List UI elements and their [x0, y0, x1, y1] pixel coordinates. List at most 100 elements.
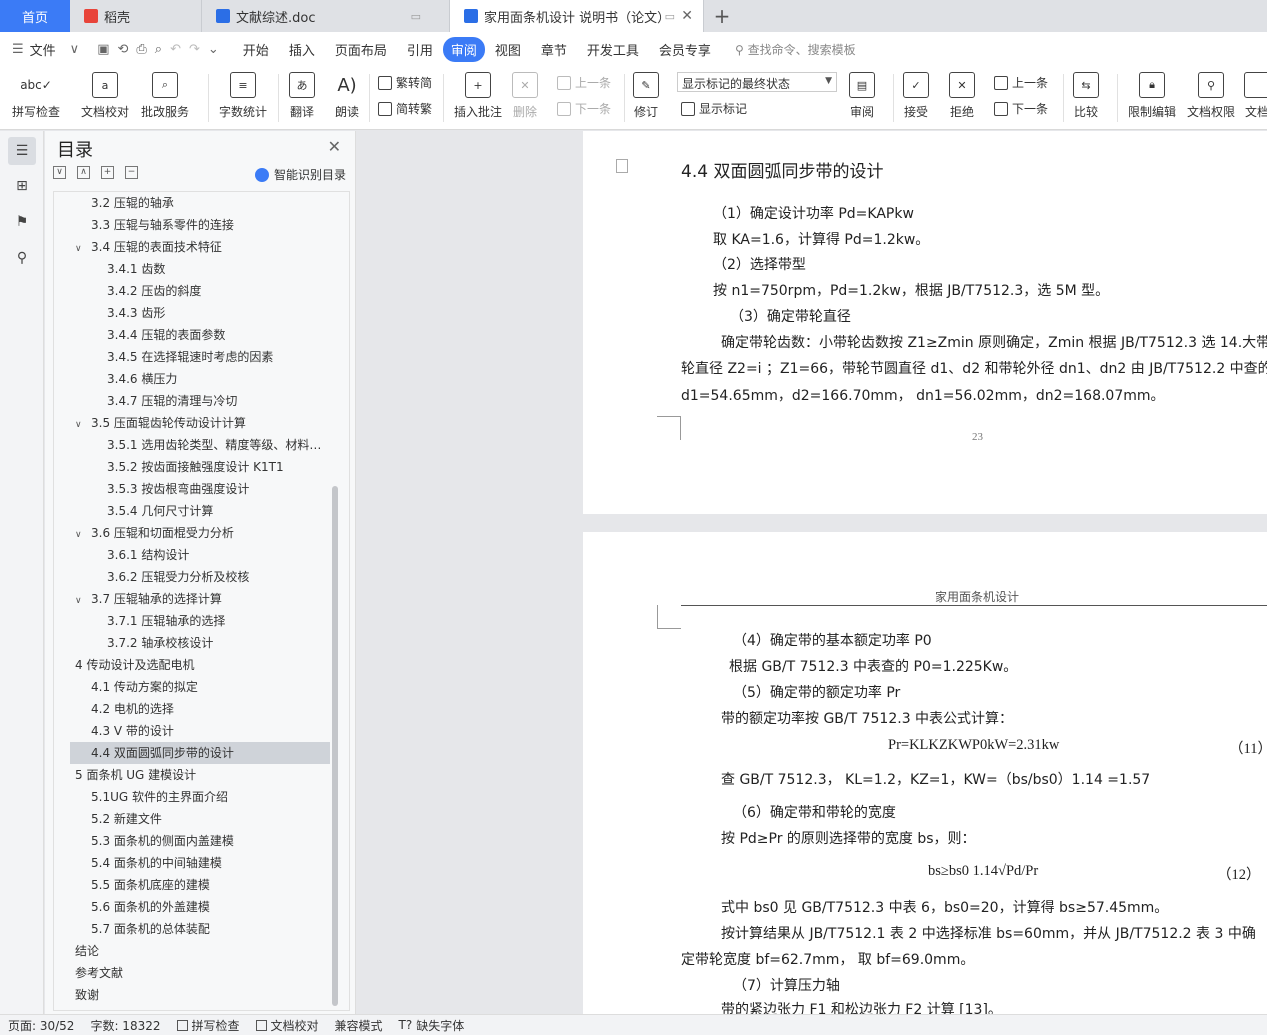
- toc-item[interactable]: 3.7.1 压辊轴承的选择: [70, 610, 330, 632]
- accept-button[interactable]: ✓ 接受: [903, 72, 929, 120]
- toc-item[interactable]: ∨ 4 传动设计及选配电机: [70, 654, 330, 676]
- undo-history-icon[interactable]: ⟲: [117, 42, 128, 57]
- word-count-button[interactable]: ≡ 字数统计: [219, 72, 267, 120]
- spell-check-button[interactable]: abc✓ 拼写检查: [12, 72, 60, 120]
- menu-layout[interactable]: 页面布局: [325, 36, 397, 63]
- menu-file[interactable]: 文件: [28, 36, 66, 63]
- toc-item[interactable]: ∨ 3.7 压辊轴承的选择计算: [70, 588, 330, 610]
- toc-item[interactable]: 3.3 压辊与轴系零件的连接: [70, 214, 330, 236]
- close-icon[interactable]: ✕: [328, 137, 341, 156]
- doc-proof-button[interactable]: a 文档校对: [81, 72, 129, 120]
- toc-item[interactable]: 3.4.6 横压力: [70, 368, 330, 390]
- toc-item[interactable]: 3.6.1 结构设计: [70, 544, 330, 566]
- save-icon[interactable]: ▣: [97, 42, 109, 57]
- chapter-panel-button[interactable]: ⊞: [8, 172, 36, 200]
- toc-item[interactable]: ∨ 3.5 压面辊齿轮传动设计计算: [70, 412, 330, 434]
- add-heading-icon[interactable]: +: [101, 166, 114, 179]
- toc-item[interactable]: 3.5.1 选用齿轮类型、精度等级、材料…: [70, 434, 330, 456]
- translate-button[interactable]: あ 翻译: [289, 72, 315, 120]
- toc-item[interactable]: 3.2 压辊的轴承: [70, 192, 330, 214]
- monitor-icon[interactable]: ▭: [665, 10, 675, 23]
- menu-insert[interactable]: 插入: [279, 36, 325, 63]
- trad-to-simp-button[interactable]: 繁转简: [378, 74, 432, 91]
- delete-comment-button[interactable]: ✕ 删除: [512, 72, 538, 120]
- toc-item[interactable]: 3.7.2 轴承校核设计: [70, 632, 330, 654]
- toc-item[interactable]: 3.4.3 齿形: [70, 302, 330, 324]
- expand-level-icon[interactable]: ∧: [77, 166, 90, 179]
- read-aloud-button[interactable]: A) 朗读: [334, 72, 360, 120]
- track-changes-button[interactable]: ✎ 修订: [633, 72, 659, 120]
- next-change-button[interactable]: 下一条: [994, 100, 1048, 117]
- menu-view[interactable]: 视图: [485, 36, 531, 63]
- show-markup-button[interactable]: 显示标记: [681, 100, 747, 117]
- menu-chapter[interactable]: 章节: [531, 36, 577, 63]
- menu-member[interactable]: 会员专享: [649, 36, 721, 63]
- redo-icon[interactable]: ↷: [189, 42, 200, 57]
- document-area[interactable]: 4.4 双面圆弧同步带的设计 （1）确定设计功率 Pd=KAPkw 取 KA=1…: [357, 131, 1267, 1014]
- word-count-indicator[interactable]: 字数: 18322: [90, 1017, 160, 1034]
- toc-item[interactable]: 4.4 双面圆弧同步带的设计: [70, 742, 330, 764]
- command-search[interactable]: ⚲ 查找命令、搜索模板: [735, 41, 856, 58]
- toc-item[interactable]: 3.5.3 按齿根弯曲强度设计: [70, 478, 330, 500]
- chevron-down-icon[interactable]: ∨: [70, 656, 71, 676]
- doc-permission-button[interactable]: ⚲ 文档权限: [1187, 72, 1235, 120]
- chevron-down-icon[interactable]: ∨: [75, 414, 87, 434]
- chevron-down-icon[interactable]: ∨: [75, 590, 87, 610]
- annotate-service-button[interactable]: ⌕ 批改服务: [141, 72, 189, 120]
- more-doc-button[interactable]: 文档: [1244, 72, 1267, 120]
- chevron-down-icon[interactable]: ∨: [70, 42, 80, 57]
- paragraph-menu-icon[interactable]: [616, 159, 628, 173]
- toc-item[interactable]: 3.4.7 压辊的清理与冷切: [70, 390, 330, 412]
- smart-toc-button[interactable]: 智能识别目录: [254, 166, 346, 183]
- toc-item[interactable]: 5.4 面条机的中间轴建模: [70, 852, 330, 874]
- menu-review[interactable]: 审阅: [442, 36, 485, 62]
- toc-item[interactable]: 5.5 面条机底座的建模: [70, 874, 330, 896]
- tab-daoke[interactable]: 稻壳: [70, 0, 202, 32]
- toc-item[interactable]: ∨ 3.6 压辊和切面棍受力分析: [70, 522, 330, 544]
- missing-font-indicator[interactable]: T? 缺失字体: [399, 1017, 465, 1034]
- toc-item[interactable]: 5.2 新建文件: [70, 808, 330, 830]
- toc-scrollbar[interactable]: [332, 486, 338, 1006]
- tab-doc-literature[interactable]: 文献综述.doc ▭: [202, 0, 450, 32]
- toc-item[interactable]: 5.3 面条机的侧面内盖建模: [70, 830, 330, 852]
- new-tab-button[interactable]: +: [704, 0, 740, 32]
- print-icon[interactable]: ⎙: [136, 42, 146, 57]
- chevron-down-icon[interactable]: ∨: [75, 238, 87, 258]
- toc-item[interactable]: 3.5.4 几何尺寸计算: [70, 500, 330, 522]
- toc-item[interactable]: 3.4.1 齿数: [70, 258, 330, 280]
- chevron-down-icon[interactable]: ∨: [70, 766, 71, 786]
- find-panel-button[interactable]: ⚲: [8, 244, 36, 272]
- toc-item[interactable]: 4.1 传动方案的拟定: [70, 676, 330, 698]
- simp-to-trad-button[interactable]: 简转繁: [378, 100, 432, 117]
- toc-item[interactable]: 3.4.4 压辊的表面参数: [70, 324, 330, 346]
- toc-item[interactable]: 4.3 V 带的设计: [70, 720, 330, 742]
- toc-item[interactable]: 3.4.2 压齿的斜度: [70, 280, 330, 302]
- compare-button[interactable]: ⇆ 比较: [1073, 72, 1099, 120]
- toc-item[interactable]: 4.2 电机的选择: [70, 698, 330, 720]
- toc-item[interactable]: 3.6.2 压辊受力分析及校核: [70, 566, 330, 588]
- bookmark-panel-button[interactable]: ⚑: [8, 208, 36, 236]
- toc-item[interactable]: 参考文献: [70, 962, 330, 984]
- toc-item[interactable]: 5.7 面条机的总体装配: [70, 918, 330, 940]
- menu-start[interactable]: 开始: [233, 36, 279, 63]
- status-doc-proof[interactable]: 文档校对: [255, 1017, 319, 1034]
- collapse-all-icon[interactable]: ∨: [53, 166, 66, 179]
- print-preview-icon[interactable]: ⌕: [155, 42, 162, 57]
- review-pane-button[interactable]: ▤ 审阅: [849, 72, 875, 120]
- customize-icon[interactable]: ⌄: [208, 42, 219, 57]
- toc-panel-button[interactable]: ☰: [8, 137, 36, 165]
- page-indicator[interactable]: 页面: 30/52: [8, 1017, 74, 1034]
- prev-comment-button[interactable]: 上一条: [557, 74, 611, 91]
- toc-item[interactable]: 5.1UG 软件的主界面介绍: [70, 786, 330, 808]
- insert-comment-button[interactable]: + 插入批注: [454, 72, 502, 120]
- prev-change-button[interactable]: 上一条: [994, 74, 1048, 91]
- toc-item[interactable]: 3.4.5 在选择辊速时考虑的因素: [70, 346, 330, 368]
- close-icon[interactable]: ✕: [681, 8, 693, 24]
- toc-item[interactable]: 致谢: [70, 984, 330, 1006]
- toc-item[interactable]: 结论: [70, 940, 330, 962]
- restrict-edit-button[interactable]: 🔒︎ 限制编辑: [1128, 72, 1176, 120]
- toc-item[interactable]: 5.6 面条机的外盖建模: [70, 896, 330, 918]
- status-spell-check[interactable]: 拼写检查: [176, 1017, 240, 1034]
- markup-state-select[interactable]: 显示标记的最终状态 ▼: [677, 72, 837, 92]
- next-comment-button[interactable]: 下一条: [557, 100, 611, 117]
